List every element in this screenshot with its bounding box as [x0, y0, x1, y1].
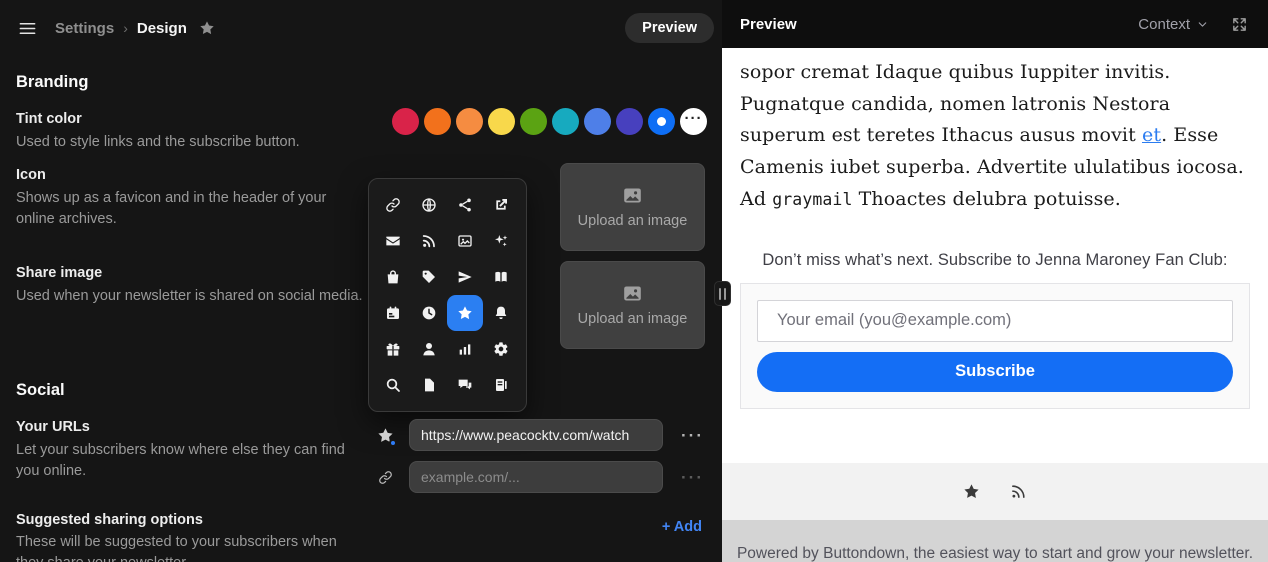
tint-color-description: Used to style links and the subscribe bu… [16, 132, 364, 153]
app-window: Settings › Design Preview Branding Tint … [0, 0, 1268, 562]
star-icon[interactable] [961, 481, 982, 502]
icon-picker-popup [368, 178, 527, 412]
link-icon[interactable] [375, 187, 411, 223]
your-urls-description: Let your subscribers know where else the… [16, 440, 364, 482]
url-menu-button-2[interactable]: ··· [679, 467, 706, 488]
sparkles-icon[interactable] [483, 223, 519, 259]
comments-icon[interactable] [447, 367, 483, 403]
add-button[interactable]: + Add [662, 519, 702, 535]
breadcrumb-separator: › [123, 20, 128, 36]
paragraph-text: Thoactes delubra potuisse. [853, 188, 1121, 210]
icon-description: Shows up as a favicon and in the header … [16, 188, 364, 230]
bell-icon[interactable] [483, 295, 519, 331]
context-label: Context [1138, 16, 1190, 33]
hamburger-menu-icon[interactable] [14, 15, 41, 42]
more-colors-button[interactable]: ··· [680, 108, 707, 135]
gear-icon[interactable] [483, 331, 519, 367]
tint-swatch-yellow[interactable] [488, 108, 515, 135]
clock-icon[interactable] [411, 295, 447, 331]
tint-color-label: Tint color [16, 111, 82, 127]
globe-icon[interactable] [411, 187, 447, 223]
link-url-icon [374, 470, 396, 485]
book-open-icon[interactable] [483, 259, 519, 295]
your-urls-label: Your URLs [16, 419, 90, 435]
bar-chart-icon[interactable] [447, 331, 483, 367]
image-icon[interactable] [447, 223, 483, 259]
starred-url-icon [374, 427, 396, 444]
subscribe-card: Subscribe [740, 283, 1250, 409]
subscribe-button[interactable]: Subscribe [757, 352, 1233, 392]
gift-icon[interactable] [375, 331, 411, 367]
favorite-star-icon[interactable] [199, 20, 215, 36]
icon-label: Icon [16, 167, 46, 183]
share-image-label: Share image [16, 265, 102, 281]
branding-heading: Branding [16, 73, 88, 92]
breadcrumb-settings[interactable]: Settings [55, 20, 114, 37]
url-menu-button-1[interactable]: ··· [679, 425, 706, 446]
external-link-icon[interactable] [483, 187, 519, 223]
star-icon-selected[interactable] [447, 295, 483, 331]
settings-header: Settings › Design Preview [0, 0, 722, 56]
chevron-down-icon [1196, 18, 1209, 31]
expand-icon[interactable] [1229, 14, 1250, 35]
search-icon[interactable] [375, 367, 411, 403]
envelope-icon[interactable] [375, 223, 411, 259]
tint-swatch-green[interactable] [520, 108, 547, 135]
icon-upload-box[interactable]: Upload an image [560, 163, 705, 251]
file-icon[interactable] [411, 367, 447, 403]
paragraph-text: sopor cremat Idaque quibus Iuppiter invi… [740, 61, 1170, 146]
share-image-description: Used when your newsletter is shared on s… [16, 286, 364, 307]
suggested-sharing-description: These will be suggested to your subscrib… [16, 532, 364, 562]
preview-title: Preview [740, 16, 797, 33]
paper-plane-icon[interactable] [447, 259, 483, 295]
newsletter-preview-body: sopor cremat Idaque quibus Iuppiter invi… [722, 48, 1268, 463]
et-link[interactable]: et [1142, 124, 1161, 146]
share-image-upload-box[interactable]: Upload an image [560, 261, 705, 349]
tint-swatch-blue[interactable] [584, 108, 611, 135]
shopping-bag-icon[interactable] [375, 259, 411, 295]
social-heading: Social [16, 381, 65, 400]
tint-color-swatches: ··· [392, 108, 707, 135]
breadcrumb-design: Design [137, 20, 187, 37]
tag-icon[interactable] [411, 259, 447, 295]
panel-resize-handle[interactable] [714, 281, 731, 306]
tint-swatch-indigo[interactable] [616, 108, 643, 135]
powered-by-footer: Powered by Buttondown, the easiest way t… [722, 520, 1268, 562]
tint-swatch-bright-blue-selected[interactable] [648, 108, 675, 135]
primary-url-badge [389, 439, 397, 447]
rss-icon[interactable] [1008, 481, 1029, 502]
rss-icon[interactable] [411, 223, 447, 259]
tint-swatch-orange[interactable] [424, 108, 451, 135]
tint-swatch-red[interactable] [392, 108, 419, 135]
preview-footer-icons [722, 463, 1268, 520]
subscribe-prompt: Don’t miss what’s next. Subscribe to Jen… [740, 251, 1250, 270]
preview-header: Preview Context [722, 0, 1268, 48]
context-dropdown[interactable]: Context [1138, 16, 1209, 33]
url-input-1[interactable] [409, 419, 663, 451]
preview-panel: Preview Context sopor cremat Idaque quib… [722, 0, 1268, 562]
url-row: ··· [374, 419, 706, 451]
email-field[interactable] [757, 300, 1233, 342]
url-input-2[interactable] [409, 461, 663, 493]
preview-button[interactable]: Preview [625, 13, 714, 43]
settings-panel: Settings › Design Preview Branding Tint … [0, 0, 722, 562]
graymail-code: graymail [772, 190, 852, 209]
upload-image-label: Upload an image [578, 311, 688, 327]
share-icon[interactable] [447, 187, 483, 223]
url-row: ··· [374, 461, 706, 493]
upload-image-label: Upload an image [578, 213, 688, 229]
tint-swatch-teal[interactable] [552, 108, 579, 135]
tint-swatch-light-orange[interactable] [456, 108, 483, 135]
calendar-icon[interactable] [375, 295, 411, 331]
breadcrumb: Settings › Design [55, 20, 215, 37]
newspaper-icon[interactable] [483, 367, 519, 403]
user-icon[interactable] [411, 331, 447, 367]
suggested-sharing-label: Suggested sharing options [16, 512, 203, 528]
newsletter-paragraph: sopor cremat Idaque quibus Iuppiter invi… [740, 57, 1250, 216]
